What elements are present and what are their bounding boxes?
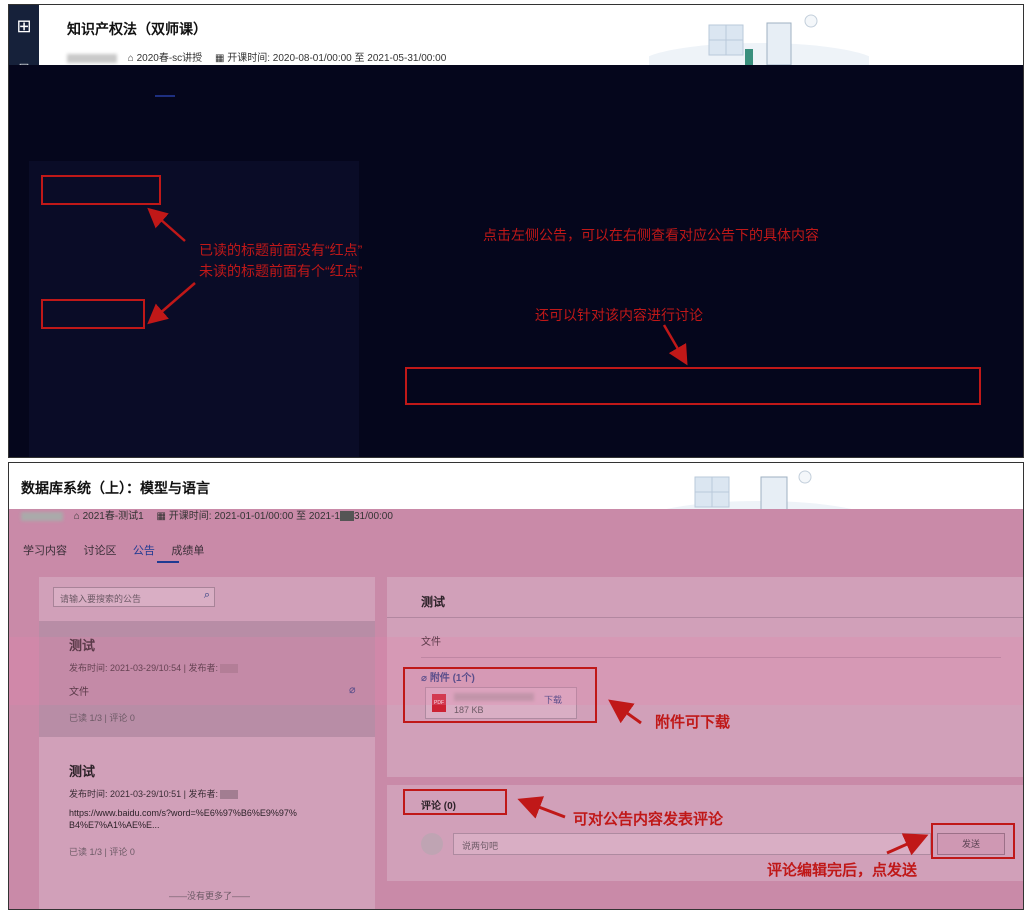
top-screenshot-panel: ⊞ ▣ 知识产权法（双师课） ⌂ 2020春-sc讲授 ▦ 开课时间: 2020…: [8, 4, 1024, 458]
annotation-download: 附件可下载: [655, 714, 731, 731]
time-sep: 至: [354, 53, 365, 64]
teacher-name-blurred: [67, 53, 117, 63]
annotation-comment: 可对公告内容发表评论: [573, 811, 724, 828]
annotation-unread: 未读的标题前面有个“红点”: [199, 263, 363, 279]
annotation-read: 已读的标题前面没有“红点”: [199, 242, 363, 258]
time-start: 2020-08-01/00:00: [272, 53, 352, 64]
course-meta: ⌂ 2020春-sc讲授 ▦ 开课时间: 2020-08-01/00:00 至 …: [67, 49, 446, 64]
dark-overlay: 已读的标题前面没有“红点” 未读的标题前面有个“红点” 点击左侧公告，可以在右侧…: [9, 65, 1023, 457]
calendar-icon: ▦: [214, 53, 225, 64]
time-end: 2021-05-31/00:00: [367, 53, 447, 64]
annotation-arrows: [517, 699, 929, 856]
annotation-discuss: 还可以针对该内容进行讨论: [535, 307, 703, 323]
course-title: 知识产权法（双师课）: [67, 21, 207, 37]
header-illustration: [649, 14, 869, 65]
annotation-right-panel: 点击左侧公告，可以在右侧查看对应公告下的具体内容: [483, 227, 819, 243]
annotation-arrows: [147, 207, 688, 366]
home-icon: ⌂: [127, 53, 134, 64]
term-label: 2020春-sc讲授: [136, 53, 203, 64]
annotation-send: 评论编辑完后，点发送: [767, 862, 918, 879]
time-label: 开课时间:: [227, 53, 270, 64]
bottom-screenshot-panel: 数据库系统（上）：模型与语言 ⌂ 2021春-测试1 ▦ 开课时间: 2021-…: [8, 462, 1024, 910]
app-grid-icon[interactable]: ⊞: [13, 15, 35, 37]
